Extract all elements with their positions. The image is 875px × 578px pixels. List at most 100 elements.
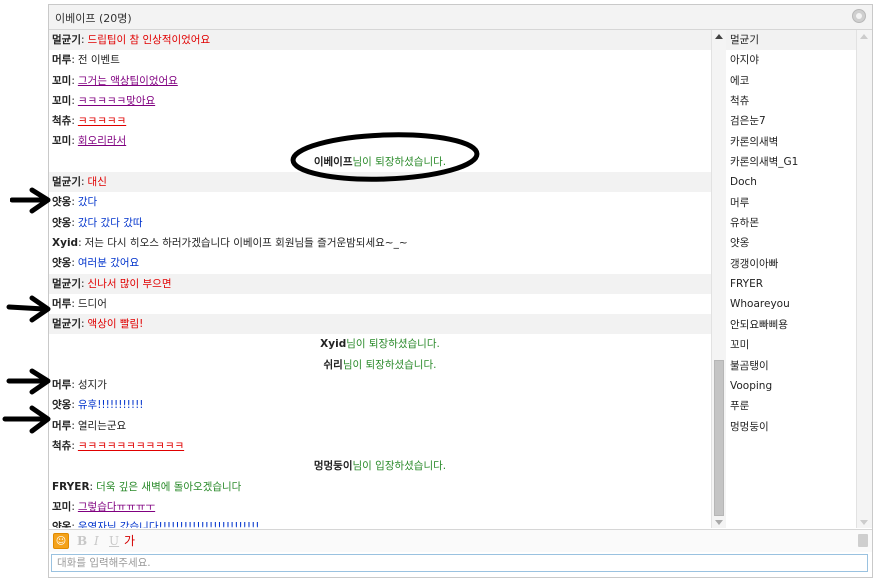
user-list-item[interactable]: 갱갱이아빠: [726, 254, 856, 274]
underline-button[interactable]: U: [109, 533, 119, 549]
room-title: 이베이프 (20명): [55, 12, 132, 25]
message-row: 멀균기: 드립팁이 참 인상적이었어요: [49, 30, 711, 51]
message-separator: :: [80, 277, 85, 290]
message-nickname[interactable]: 꼬미: [52, 95, 71, 107]
user-list-item[interactable]: 얏옹: [726, 233, 856, 253]
emoticon-icon[interactable]: ☺: [53, 533, 69, 549]
message-text: 님이 입장하셨습니다.: [352, 460, 447, 473]
message-nickname[interactable]: 멀균기: [52, 318, 81, 330]
user-list-item[interactable]: 카론의새벽: [726, 132, 856, 152]
message-separator: :: [71, 297, 75, 310]
message-text: 회오리라서: [77, 135, 127, 148]
scroll-down-arrow-icon[interactable]: [715, 520, 723, 525]
message-nickname[interactable]: Xyid: [320, 338, 346, 350]
message-nickname[interactable]: 머루: [52, 54, 71, 66]
font-color-button[interactable]: 가: [124, 533, 135, 549]
message-nickname[interactable]: 쉬리: [324, 359, 343, 371]
user-list-item[interactable]: Vooping: [726, 376, 856, 396]
user-list-item[interactable]: 꼬미: [726, 335, 856, 355]
user-list-item[interactable]: 안되요빠삐용: [726, 315, 856, 335]
message-nickname[interactable]: 멍멍둥이: [314, 460, 353, 472]
message-nickname[interactable]: 얏옹: [52, 196, 71, 208]
message-separator: :: [71, 54, 75, 67]
chat-window: 이베이프 (20명) 멀균기: 드립팁이 참 인상적이었어요 머루: 전 이벤트 꼬미:…: [48, 4, 873, 578]
message-text: 신나서 많이 부으면: [87, 277, 172, 290]
user-list: 멀균기 아지야 에코 척츄 검은눈7 카론의새벽 카론의새벽_G1 Doch 머루 유하몬 얏옹 갱갱…: [726, 30, 856, 528]
user-list-item[interactable]: FRYER: [726, 274, 856, 294]
message-row: 얏옹: 유후!!!!!!!!!!!: [49, 395, 711, 415]
message-row: 꼬미: 그렇습다ㅠㅠㅠㅜ: [49, 497, 711, 517]
scroll-down-arrow-icon[interactable]: [860, 520, 868, 525]
message-text: 드디어: [77, 297, 107, 310]
message-row: 멀균기: 신나서 많이 부으면: [49, 273, 711, 294]
message-scrollbar[interactable]: [711, 30, 726, 528]
message-nickname[interactable]: FRYER: [52, 481, 90, 493]
title-bar: 이베이프 (20명): [49, 5, 872, 30]
message-nickname[interactable]: 얏옹: [52, 399, 71, 411]
message-nickname[interactable]: 척츄: [52, 440, 71, 452]
message-text: 운영자님 갔습니다!!!!!!!!!!!!!!!!!!!!!!!!: [77, 521, 260, 528]
message-text: 열리는군요: [77, 419, 127, 432]
message-separator: :: [80, 176, 85, 189]
message-text: 저는 다시 히오스 하러가겠습니다 이베이프 회원님들 즐거운밤되세요~_~: [84, 236, 408, 249]
message-separator: :: [71, 419, 75, 432]
scroll-up-arrow-icon[interactable]: [715, 34, 723, 39]
message-separator: :: [71, 500, 75, 513]
user-list-item[interactable]: 멀균기: [726, 30, 856, 51]
user-list-item[interactable]: 에코: [726, 71, 856, 91]
bold-button[interactable]: B: [77, 533, 87, 549]
message-nickname[interactable]: 얏옹: [52, 521, 71, 528]
message-nickname[interactable]: 멀균기: [52, 34, 81, 46]
message-nickname[interactable]: 꼬미: [52, 135, 71, 147]
message-text: 그렇습다ㅠㅠㅠㅜ: [77, 500, 156, 513]
annotation-arrow-icon: [2, 405, 51, 434]
message-nickname[interactable]: 얏옹: [52, 257, 71, 269]
message-nickname[interactable]: 꼬미: [52, 75, 71, 87]
annotation-ellipse: [290, 132, 480, 182]
message-row: 얏옹: 여러분 갔어요: [49, 253, 711, 273]
message-separator: :: [71, 135, 75, 148]
message-row: 꼬미: 그거는 액상팁이었어요: [49, 71, 711, 91]
message-nickname[interactable]: Xyid: [52, 237, 78, 249]
user-list-item[interactable]: 카론의새벽_G1: [726, 152, 856, 172]
user-list-item[interactable]: 검은눈7: [726, 111, 856, 131]
message-separator: :: [71, 399, 75, 412]
message-text: 유후!!!!!!!!!!!: [77, 399, 144, 412]
message-text: 더욱 깊은 새벽에 돌아오겠습니다: [96, 480, 242, 493]
user-list-item[interactable]: 불곰탱이: [726, 356, 856, 376]
scrollbar-thumb[interactable]: [714, 360, 724, 516]
italic-button[interactable]: I: [94, 533, 99, 549]
message-nickname[interactable]: 머루: [52, 420, 71, 432]
user-list-item[interactable]: 푸룬: [726, 396, 856, 416]
message-row: 얏옹: 갔다 갔다 갔따: [49, 213, 711, 233]
user-list-item[interactable]: 멍멍둥이: [726, 417, 856, 437]
user-list-item[interactable]: 유하몬: [726, 213, 856, 233]
message-separator: :: [71, 196, 75, 209]
message-row: 꼬미: ㅋㅋㅋㅋㅋ맞아요: [49, 91, 711, 111]
message-nickname[interactable]: 얏옹: [52, 217, 71, 229]
user-list-item[interactable]: 아지야: [726, 50, 856, 70]
message-separator: :: [71, 115, 75, 128]
message-text: ㅋㅋㅋㅋㅋ: [77, 115, 127, 128]
message-nickname[interactable]: 척츄: [52, 115, 71, 127]
message-nickname[interactable]: 꼬미: [52, 501, 71, 513]
message-nickname[interactable]: 멀균기: [52, 176, 81, 188]
user-list-scrollbar[interactable]: [856, 30, 872, 528]
annotation-arrow-icon: [6, 368, 51, 395]
scroll-up-arrow-icon[interactable]: [860, 34, 868, 39]
message-text: ㅋㅋㅋㅋㅋ맞아요: [77, 94, 156, 107]
message-text: 액상이 빨림!: [87, 318, 144, 331]
user-list-item[interactable]: 척츄: [726, 91, 856, 111]
message-nickname[interactable]: 멀균기: [52, 278, 81, 290]
message-nickname[interactable]: 머루: [52, 298, 71, 310]
message-separator: :: [80, 318, 85, 331]
chat-input[interactable]: [51, 554, 868, 572]
trash-icon[interactable]: [858, 534, 868, 547]
message-separator: :: [71, 216, 75, 229]
user-list-item[interactable]: Doch: [726, 172, 856, 192]
message-nickname[interactable]: 머루: [52, 379, 71, 391]
user-list-item[interactable]: Whoareyou: [726, 294, 856, 314]
message-separator: :: [71, 74, 75, 87]
user-list-item[interactable]: 머루: [726, 193, 856, 213]
settings-gear-icon[interactable]: [852, 9, 866, 23]
